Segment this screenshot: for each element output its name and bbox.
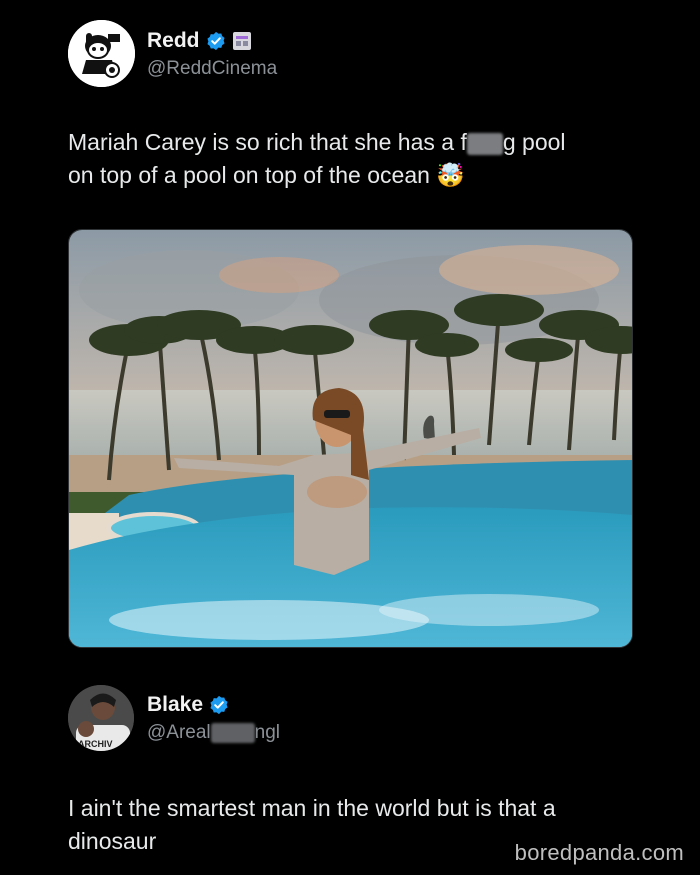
watermark: boredpanda.com xyxy=(514,840,684,865)
reply-author-name-row: Blake xyxy=(147,693,229,717)
mind-blown-emoji: 🤯 xyxy=(436,162,465,188)
author-name-row: Redd xyxy=(147,29,252,53)
handle-censor-blur xyxy=(210,722,255,743)
reply-author-name[interactable]: Blake xyxy=(147,693,203,717)
tweet-text-part: g pool xyxy=(502,129,566,155)
tweet-text: Mariah Carey is so rich that she has a f… xyxy=(68,126,668,192)
verified-badge-icon xyxy=(206,31,225,51)
author-name[interactable]: Redd xyxy=(147,29,200,53)
tweet-text-part: Mariah Carey is so rich that she has a f xyxy=(68,129,467,155)
tweet-text-line-2: on top of a pool on top of the ocean 🤯 xyxy=(68,159,668,192)
redd-avatar[interactable] xyxy=(68,20,135,87)
censor-blur xyxy=(466,132,503,155)
affiliate-badge-icon xyxy=(232,32,251,50)
pool-photo-image xyxy=(69,230,632,647)
author-handle[interactable]: @ReddCinema xyxy=(147,58,277,80)
tweet-photo[interactable] xyxy=(68,229,633,648)
reply-author-handle[interactable]: @Areal ngl xyxy=(147,722,280,744)
shirt-text: ARCHIV xyxy=(78,739,113,749)
reply-handle-part: ngl xyxy=(254,722,281,743)
reply-handle-part: @Areal xyxy=(147,722,211,743)
tweet-text-line-1: Mariah Carey is so rich that she has a f… xyxy=(68,126,668,159)
tweet-text-part: on top of a pool on top of the ocean xyxy=(68,162,430,188)
reply-text-line-1: I ain't the smartest man in the world bu… xyxy=(68,795,556,821)
cartoon-avatar-icon xyxy=(68,20,135,87)
blake-avatar[interactable]: ARCHIV xyxy=(68,685,134,751)
person-avatar-icon: ARCHIV xyxy=(68,685,134,751)
verified-badge-icon xyxy=(210,695,228,715)
